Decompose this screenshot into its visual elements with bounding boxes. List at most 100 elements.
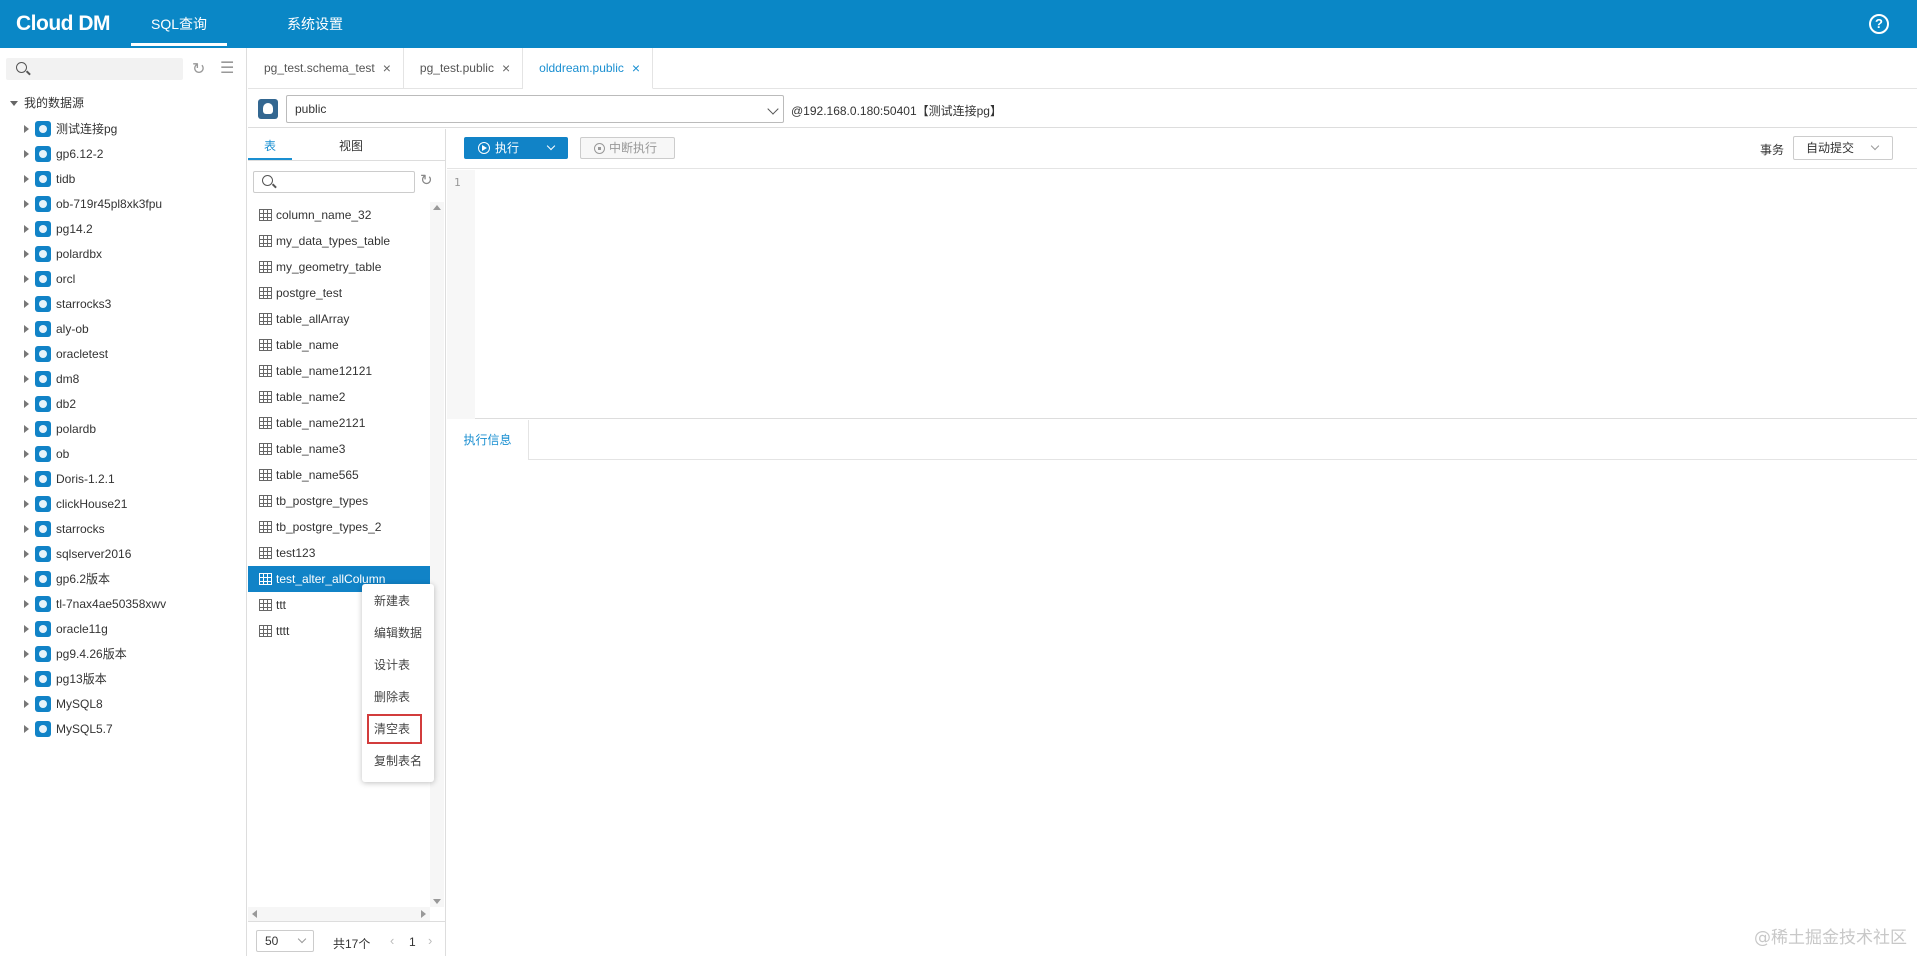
- refresh-icon[interactable]: ↻: [420, 171, 433, 189]
- collapse-menu-icon[interactable]: ☰: [220, 58, 234, 78]
- datasource-item[interactable]: ob: [24, 441, 166, 466]
- close-icon[interactable]: ×: [502, 48, 510, 89]
- datasource-tree-root[interactable]: 我的数据源: [10, 94, 84, 111]
- menu-item-design-table[interactable]: 设计表: [362, 649, 434, 681]
- datasource-item[interactable]: starrocks3: [24, 291, 166, 316]
- caret-right-icon[interactable]: [24, 624, 29, 633]
- menu-item-edit-data[interactable]: 编辑数据: [362, 617, 434, 649]
- stop-execution-button[interactable]: 中断执行: [580, 137, 675, 159]
- sql-editor[interactable]: 1: [447, 170, 1917, 419]
- datasource-item[interactable]: sqlserver2016: [24, 541, 166, 566]
- caret-right-icon[interactable]: [24, 174, 29, 183]
- menu-item-copy-table-name[interactable]: 复制表名: [362, 745, 434, 777]
- horizontal-scrollbar[interactable]: [248, 907, 430, 921]
- menu-item-new-table[interactable]: 新建表: [362, 585, 434, 617]
- menu-item-drop-table[interactable]: 删除表: [362, 681, 434, 713]
- datasource-item[interactable]: starrocks: [24, 516, 166, 541]
- caret-right-icon[interactable]: [24, 574, 29, 583]
- tab-execution-info[interactable]: 执行信息: [447, 420, 529, 460]
- execute-button[interactable]: 执行: [464, 137, 568, 159]
- caret-right-icon[interactable]: [24, 524, 29, 533]
- vertical-scrollbar[interactable]: [430, 202, 444, 907]
- table-item[interactable]: my_data_types_table: [248, 228, 430, 254]
- datasource-item[interactable]: polardbx: [24, 241, 166, 266]
- datasource-item[interactable]: orcl: [24, 266, 166, 291]
- page-size-select[interactable]: 50: [256, 930, 314, 952]
- caret-right-icon[interactable]: [24, 124, 29, 133]
- table-item[interactable]: my_geometry_table: [248, 254, 430, 280]
- close-icon[interactable]: ×: [632, 48, 640, 89]
- datasource-item[interactable]: MySQL8: [24, 691, 166, 716]
- caret-right-icon[interactable]: [24, 424, 29, 433]
- caret-right-icon[interactable]: [24, 724, 29, 733]
- table-item[interactable]: tb_postgre_types: [248, 488, 430, 514]
- caret-right-icon[interactable]: [24, 674, 29, 683]
- tab-pg-test-schema-test[interactable]: pg_test.schema_test ×: [248, 48, 404, 89]
- caret-right-icon[interactable]: [24, 474, 29, 483]
- caret-right-icon[interactable]: [24, 449, 29, 458]
- caret-right-icon[interactable]: [24, 149, 29, 158]
- table-item[interactable]: table_name: [248, 332, 430, 358]
- caret-right-icon[interactable]: [24, 374, 29, 383]
- datasource-item[interactable]: MySQL5.7: [24, 716, 166, 741]
- table-item[interactable]: table_name2121: [248, 410, 430, 436]
- scroll-right-icon[interactable]: [421, 910, 426, 918]
- caret-right-icon[interactable]: [24, 699, 29, 708]
- caret-right-icon[interactable]: [24, 349, 29, 358]
- schema-select[interactable]: public: [286, 95, 784, 123]
- caret-right-icon[interactable]: [24, 224, 29, 233]
- datasource-item[interactable]: polardb: [24, 416, 166, 441]
- datasource-item[interactable]: db2: [24, 391, 166, 416]
- next-page-icon[interactable]: ›: [428, 933, 432, 948]
- table-item[interactable]: table_name3: [248, 436, 430, 462]
- table-item[interactable]: table_name12121: [248, 358, 430, 384]
- tab-olddream-public[interactable]: olddream.public ×: [523, 48, 654, 89]
- caret-right-icon[interactable]: [24, 249, 29, 258]
- datasource-item[interactable]: aly-ob: [24, 316, 166, 341]
- datasource-item[interactable]: tidb: [24, 166, 166, 191]
- datasource-item[interactable]: tl-7nax4ae50358xwv: [24, 591, 166, 616]
- table-item[interactable]: table_name565: [248, 462, 430, 488]
- datasource-item[interactable]: Doris-1.2.1: [24, 466, 166, 491]
- datasource-item[interactable]: oracletest: [24, 341, 166, 366]
- table-search-input[interactable]: [253, 171, 415, 193]
- scroll-down-icon[interactable]: [433, 899, 441, 904]
- table-item[interactable]: column_name_32: [248, 202, 430, 228]
- prev-page-icon[interactable]: ‹: [390, 933, 394, 948]
- table-item[interactable]: test123: [248, 540, 430, 566]
- close-icon[interactable]: ×: [383, 48, 391, 89]
- chevron-down-icon[interactable]: [546, 141, 556, 151]
- datasource-item[interactable]: oracle11g: [24, 616, 166, 641]
- caret-right-icon[interactable]: [24, 199, 29, 208]
- tab-pg-test-public[interactable]: pg_test.public ×: [404, 48, 524, 89]
- datasource-item[interactable]: gp6.12-2: [24, 141, 166, 166]
- caret-right-icon[interactable]: [24, 499, 29, 508]
- datasource-item[interactable]: pg9.4.26版本: [24, 641, 166, 666]
- caret-right-icon[interactable]: [24, 399, 29, 408]
- caret-right-icon[interactable]: [24, 599, 29, 608]
- datasource-item[interactable]: dm8: [24, 366, 166, 391]
- help-icon[interactable]: ?: [1869, 14, 1889, 34]
- caret-right-icon[interactable]: [24, 274, 29, 283]
- scroll-left-icon[interactable]: [252, 910, 257, 918]
- table-item[interactable]: table_name2: [248, 384, 430, 410]
- caret-right-icon[interactable]: [24, 299, 29, 308]
- tab-views[interactable]: 视图: [339, 137, 363, 154]
- table-item[interactable]: tb_postgre_types_2: [248, 514, 430, 540]
- nav-sql-query[interactable]: SQL查询: [131, 0, 227, 48]
- datasource-item[interactable]: gp6.2版本: [24, 566, 166, 591]
- datasource-item[interactable]: pg13版本: [24, 666, 166, 691]
- datasource-item[interactable]: clickHouse21: [24, 491, 166, 516]
- datasource-item[interactable]: 测试连接pg: [24, 116, 166, 141]
- transaction-mode-select[interactable]: 自动提交: [1793, 136, 1893, 160]
- table-item[interactable]: table_allArray: [248, 306, 430, 332]
- table-item[interactable]: postgre_test: [248, 280, 430, 306]
- nav-system-settings[interactable]: 系统设置: [267, 0, 363, 48]
- caret-right-icon[interactable]: [24, 649, 29, 658]
- scroll-up-icon[interactable]: [433, 205, 441, 210]
- datasource-item[interactable]: ob-719r45pl8xk3fpu: [24, 191, 166, 216]
- datasource-search-input[interactable]: [6, 58, 183, 80]
- caret-right-icon[interactable]: [24, 549, 29, 558]
- refresh-icon[interactable]: ↻: [192, 59, 205, 79]
- tab-tables[interactable]: 表: [264, 137, 276, 154]
